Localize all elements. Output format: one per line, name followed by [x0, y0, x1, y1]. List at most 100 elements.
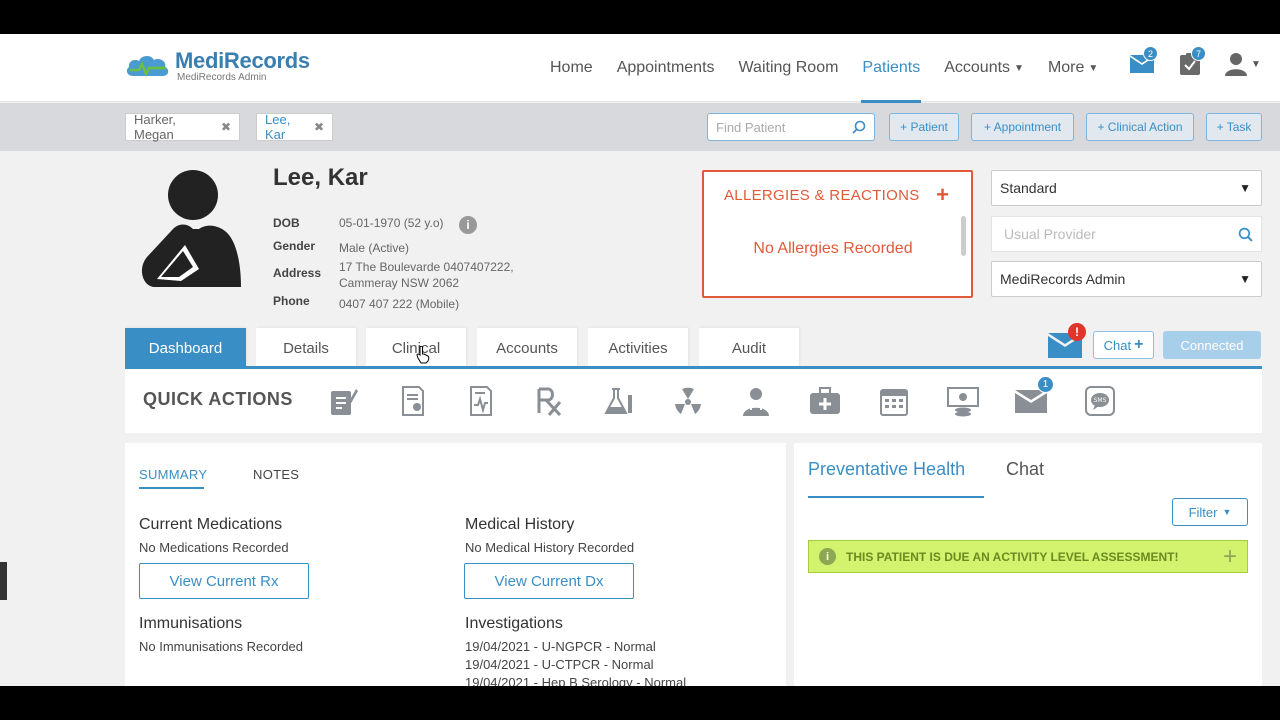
quick-actions-bar: QUICK ACTIONS 1 SMS	[125, 369, 1262, 433]
medical-kit-icon[interactable]	[807, 383, 843, 419]
svg-text:SMS: SMS	[1094, 397, 1107, 404]
connected-button[interactable]: Connected	[1163, 331, 1261, 359]
app-frame: MediRecords MediRecords Admin Home Appoi…	[0, 34, 1280, 686]
plus-icon: +	[1134, 336, 1144, 353]
tab-accounts[interactable]: Accounts	[477, 328, 577, 368]
usual-provider-input[interactable]: Usual Provider	[991, 216, 1262, 252]
billing-icon[interactable]	[945, 383, 981, 419]
immunisations-title: Immunisations	[139, 615, 243, 632]
envelope-icon[interactable]: 1	[1013, 376, 1054, 419]
prescription-icon[interactable]	[532, 383, 568, 419]
radiology-icon[interactable]	[670, 383, 706, 419]
sms-icon[interactable]: SMS	[1082, 383, 1118, 419]
info-icon: i	[819, 548, 836, 565]
tab-details[interactable]: Details	[256, 328, 356, 368]
cloud-logo-icon	[126, 55, 169, 78]
summary-tab-underline	[139, 487, 204, 489]
patient-tab-harker[interactable]: Harker, Megan ✖	[125, 112, 240, 142]
nav-home[interactable]: Home	[538, 34, 605, 102]
allergies-title: ALLERGIES & REACTIONS	[724, 187, 920, 204]
chevron-down-icon: ▼	[1239, 181, 1251, 195]
address-value: 17 The Boulevarde 0407407222, Cammeray N…	[339, 260, 514, 290]
dob-value: 05-01-1970 (52 y.o)	[339, 216, 444, 230]
patient-type-value: Standard	[1000, 180, 1057, 196]
patient-tab-lee[interactable]: Lee, Kar ✖	[256, 112, 333, 142]
summary-panel: SUMMARY NOTES Current Medications No Med…	[125, 443, 786, 686]
allergies-empty-text: No Allergies Recorded	[753, 240, 913, 257]
patient-type-select[interactable]: Standard ▼	[991, 170, 1262, 206]
report-icon[interactable]	[463, 383, 499, 419]
side-panel-handle[interactable]	[0, 562, 7, 600]
hand-cursor-icon	[416, 346, 430, 364]
messages-count-badge: 1	[1037, 376, 1054, 393]
add-clinical-action-button[interactable]: + Clinical Action	[1086, 113, 1194, 141]
brand-subtitle: MediRecords Admin	[177, 72, 267, 83]
investigation-item: 19/04/2021 - U-CTPCR - Normal	[465, 657, 654, 672]
chevron-down-icon: ▼	[1222, 507, 1232, 517]
medical-history-title: Medical History	[465, 516, 575, 533]
filter-button[interactable]: Filter ▼	[1172, 498, 1248, 526]
chevron-down-icon: ▼	[1239, 272, 1251, 286]
tab-audit[interactable]: Audit	[699, 328, 799, 368]
add-icon[interactable]: +	[1223, 543, 1237, 571]
nav-waiting-room[interactable]: Waiting Room	[727, 34, 851, 102]
filter-label: Filter	[1188, 504, 1218, 520]
certificate-icon[interactable]	[395, 383, 431, 419]
immunisations-text: No Immunisations Recorded	[139, 639, 304, 654]
patient-avatar-icon	[141, 170, 241, 287]
main-nav: Home Appointments Waiting Room Patients …	[538, 34, 1110, 103]
inbox-button[interactable]: 2	[1127, 46, 1158, 78]
add-allergy-icon[interactable]: +	[936, 182, 949, 208]
pathology-icon[interactable]	[601, 383, 637, 419]
nav-more[interactable]: More ▼	[1036, 34, 1110, 102]
patient-tab-label: Harker, Megan	[134, 112, 176, 142]
patient-name: Lee, Kar	[273, 164, 368, 191]
view-current-rx-button[interactable]: View Current Rx	[139, 563, 309, 599]
search-icon[interactable]	[852, 120, 866, 134]
preventative-tab-underline	[808, 496, 984, 498]
view-current-dx-button[interactable]: View Current Dx	[464, 563, 634, 599]
current-medications-text: No Medications Recorded	[139, 540, 289, 555]
close-icon[interactable]: ✖	[314, 120, 324, 134]
brand-name: MediRecords	[175, 48, 310, 73]
alert-badge: !	[1068, 323, 1086, 341]
assessment-alert: i THIS PATIENT IS DUE AN ACTIVITY LEVEL …	[808, 540, 1248, 573]
investigation-item: 19/04/2021 - Hep B Serology - Normal	[465, 675, 687, 686]
chevron-down-icon: ▼	[1251, 58, 1261, 70]
add-appointment-button[interactable]: + Appointment	[971, 113, 1074, 141]
logo[interactable]: MediRecords MediRecords Admin	[125, 50, 310, 90]
phone-label: Phone	[273, 294, 310, 308]
gender-value: Male (Active)	[339, 241, 410, 255]
chat-button[interactable]: Chat +	[1093, 331, 1154, 359]
calendar-icon[interactable]	[876, 383, 912, 419]
top-nav: MediRecords MediRecords Admin Home Appoi…	[0, 34, 1280, 103]
nav-patients[interactable]: Patients	[850, 34, 932, 103]
account-select[interactable]: MediRecords Admin ▼	[991, 261, 1262, 297]
inbox-count-badge: 2	[1143, 46, 1158, 61]
tab-chat[interactable]: Chat	[1006, 459, 1044, 480]
nav-appointments[interactable]: Appointments	[605, 34, 727, 102]
gender-label: Gender	[273, 239, 316, 253]
chevron-down-icon: ▼	[1014, 62, 1024, 74]
tab-notes[interactable]: NOTES	[253, 467, 299, 482]
current-medications-title: Current Medications	[139, 516, 283, 533]
find-patient-input[interactable]: Find Patient	[707, 113, 875, 141]
tasks-button[interactable]: 7	[1175, 46, 1206, 78]
add-task-button[interactable]: + Task	[1206, 113, 1262, 141]
close-icon[interactable]: ✖	[221, 120, 231, 134]
info-icon[interactable]: i	[459, 216, 477, 234]
search-icon[interactable]	[1238, 227, 1253, 242]
tab-dashboard[interactable]: Dashboard	[125, 328, 246, 368]
note-icon[interactable]	[325, 383, 361, 419]
add-patient-button[interactable]: + Patient	[889, 113, 959, 141]
allergies-scrollbar[interactable]	[961, 216, 966, 256]
quick-actions-title: QUICK ACTIONS	[143, 389, 293, 409]
tab-activities[interactable]: Activities	[588, 328, 688, 368]
doctor-icon[interactable]	[738, 383, 774, 419]
user-menu[interactable]: ▼	[1224, 50, 1262, 78]
account-value: MediRecords Admin	[1000, 271, 1126, 287]
patient-tabs-bar: Harker, Megan ✖ Lee, Kar ✖ Find Patient + …	[0, 103, 1280, 151]
nav-accounts[interactable]: Accounts ▼	[932, 34, 1036, 102]
tab-summary[interactable]: SUMMARY	[139, 467, 207, 482]
tab-preventative-health[interactable]: Preventative Health	[808, 459, 965, 480]
